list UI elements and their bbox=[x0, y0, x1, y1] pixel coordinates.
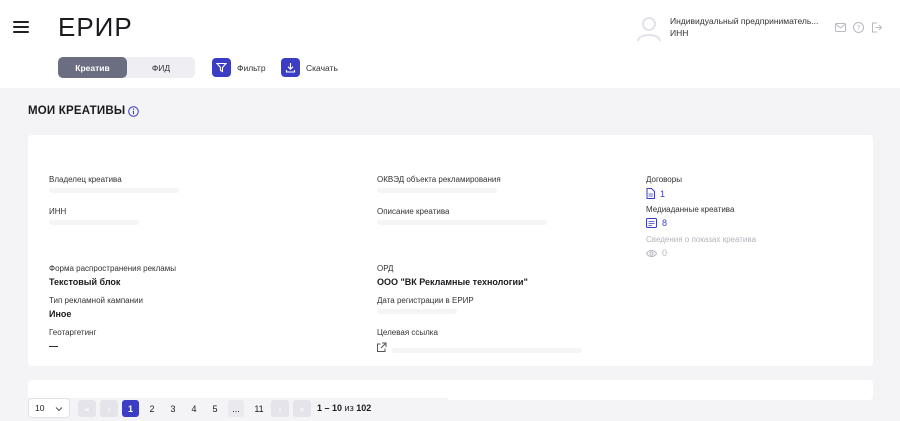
svg-text:?: ? bbox=[856, 24, 860, 32]
target-link-value-hidden[interactable] bbox=[392, 348, 582, 353]
inn-value-hidden bbox=[49, 220, 139, 225]
description-label: Описание креатива bbox=[377, 207, 450, 216]
download-label: Скачать bbox=[306, 62, 338, 73]
distribution-label: Форма распространения рекламы bbox=[49, 264, 177, 273]
page-4-button[interactable]: 4 bbox=[187, 400, 201, 417]
contracts-count: 1 bbox=[660, 188, 666, 199]
mail-icon[interactable] bbox=[834, 21, 846, 33]
geo-value: — bbox=[49, 341, 58, 351]
page-size-select[interactable]: 10 bbox=[28, 398, 70, 418]
chevron-down-icon bbox=[55, 407, 63, 412]
okved-value-hidden bbox=[377, 188, 497, 193]
tab-feed[interactable]: ФИД bbox=[127, 57, 195, 78]
eye-icon bbox=[646, 249, 657, 257]
header-icons: ? bbox=[834, 21, 882, 33]
erir-logo[interactable]: ЕРИР bbox=[58, 12, 133, 43]
external-link-icon[interactable] bbox=[376, 340, 387, 352]
distribution-value: Текстовый блок bbox=[49, 277, 121, 287]
filter-icon bbox=[212, 58, 231, 77]
ord-value: ООО "ВК Рекламные технологии" bbox=[377, 277, 528, 287]
okved-label: ОКВЭД объекта рекламирования bbox=[377, 175, 501, 184]
first-page-button[interactable]: « bbox=[78, 400, 96, 417]
campaign-type-label: Тип рекламной кампании bbox=[49, 296, 143, 305]
media-list-icon bbox=[646, 218, 657, 228]
description-value-hidden bbox=[377, 220, 547, 225]
user-inn: ИНН bbox=[670, 28, 689, 38]
download-button[interactable]: Скачать bbox=[281, 58, 338, 77]
page-range: 1 – 10 из 102 bbox=[317, 403, 371, 413]
impressions-count: 0 bbox=[662, 248, 668, 258]
reg-date-value-hidden bbox=[377, 309, 457, 314]
range-of: из bbox=[344, 403, 354, 413]
menu-icon[interactable] bbox=[13, 21, 29, 33]
owner-label: Владелец креатива bbox=[49, 175, 122, 184]
page-size-value: 10 bbox=[35, 403, 45, 413]
user-avatar-icon bbox=[637, 17, 661, 41]
media-label: Медиаданные креатива bbox=[646, 205, 735, 214]
contracts-label: Договоры bbox=[646, 175, 682, 184]
logout-icon[interactable] bbox=[870, 21, 882, 33]
media-link[interactable]: 8 bbox=[646, 218, 667, 228]
next-page-button[interactable]: › bbox=[271, 400, 289, 417]
contracts-link[interactable]: 1 bbox=[646, 188, 665, 199]
help-icon[interactable]: ? bbox=[852, 21, 864, 33]
filter-button[interactable]: Фильтр bbox=[212, 58, 266, 77]
page-title: МОИ КРЕАТИВЫ bbox=[28, 105, 140, 117]
geo-label: Геотаргетинг bbox=[49, 328, 97, 337]
view-toggle: Креатив ФИД bbox=[58, 57, 195, 78]
owner-value-hidden bbox=[49, 188, 179, 193]
page-2-button[interactable]: 2 bbox=[145, 400, 159, 417]
page-ellipsis: ... bbox=[228, 400, 244, 417]
impressions-value: 0 bbox=[646, 248, 667, 258]
pagination: 10 « ‹ 1 2 3 4 5 ... 11 › » 1 – 10 из 10… bbox=[28, 398, 448, 418]
document-icon bbox=[646, 188, 655, 199]
range-total: 102 bbox=[356, 403, 372, 413]
page-title-text: МОИ КРЕАТИВЫ bbox=[28, 105, 126, 117]
download-icon bbox=[281, 58, 300, 77]
tab-creative[interactable]: Креатив bbox=[58, 57, 127, 78]
last-page-button[interactable]: » bbox=[293, 400, 311, 417]
page-11-button[interactable]: 11 bbox=[251, 400, 267, 417]
next-creative-card[interactable] bbox=[28, 380, 873, 400]
ord-label: ОРД bbox=[377, 264, 394, 273]
campaign-type-value: Иное bbox=[49, 309, 72, 319]
page-5-button[interactable]: 5 bbox=[208, 400, 222, 417]
page-1-button[interactable]: 1 bbox=[122, 400, 139, 417]
reg-date-label: Дата регистрации в ЕРИР bbox=[377, 296, 474, 305]
user-profile[interactable]: Индивидуальный предприниматель... ИНН bbox=[637, 15, 837, 41]
top-header: ЕРИР Индивидуальный предприниматель... И… bbox=[0, 0, 900, 88]
user-name: Индивидуальный предприниматель... bbox=[670, 16, 819, 26]
page-3-button[interactable]: 3 bbox=[166, 400, 180, 417]
target-link-label: Целевая ссылка bbox=[377, 328, 438, 337]
impressions-label: Сведения о показах креатива bbox=[646, 235, 757, 244]
filter-label: Фильтр bbox=[237, 62, 266, 73]
creative-card[interactable]: Владелец креатива ИНН Форма распростране… bbox=[28, 135, 873, 366]
media-count: 8 bbox=[662, 218, 668, 228]
info-icon[interactable] bbox=[128, 105, 140, 117]
prev-page-button[interactable]: ‹ bbox=[100, 400, 118, 417]
inn-label: ИНН bbox=[49, 207, 67, 216]
range-text: 1 – 10 bbox=[317, 403, 343, 413]
